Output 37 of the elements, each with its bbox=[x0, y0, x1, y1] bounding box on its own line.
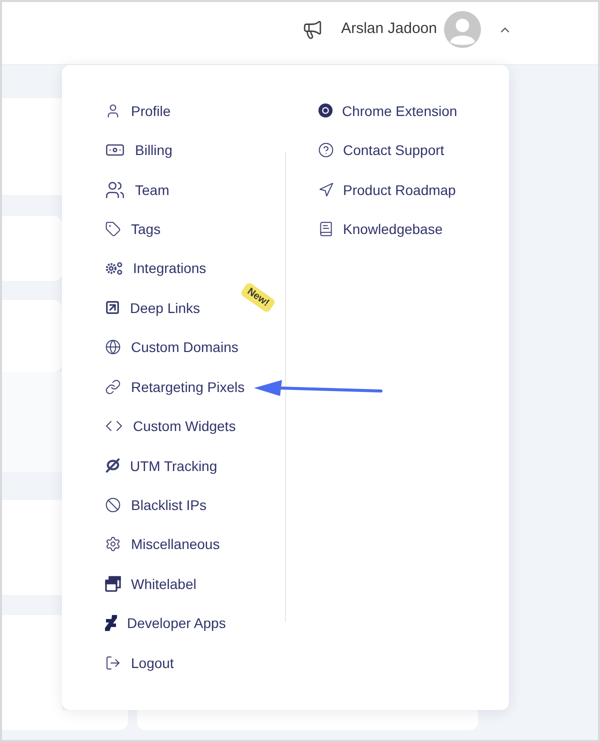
menu-item[interactable]: Developer Apps bbox=[105, 614, 226, 632]
people-icon bbox=[105, 180, 125, 200]
menu-item[interactable]: Profile bbox=[105, 102, 171, 120]
user-name[interactable]: Arslan Jadoon bbox=[341, 18, 437, 41]
megaphone-icon[interactable] bbox=[302, 19, 324, 40]
book-icon bbox=[318, 220, 334, 237]
navigation-arrow-icon bbox=[318, 182, 334, 198]
slashed-oval-icon bbox=[105, 458, 120, 473]
menu-item[interactable]: Product Roadmap bbox=[318, 180, 456, 199]
help-icon bbox=[318, 142, 334, 158]
gear-icon bbox=[105, 536, 121, 552]
globe-icon bbox=[105, 339, 121, 356]
menu-item[interactable]: Billing bbox=[105, 140, 172, 160]
menu-item[interactable]: Whitelabel bbox=[105, 574, 196, 593]
user-icon bbox=[105, 102, 121, 119]
menu-item[interactable]: Retargeting Pixels bbox=[105, 378, 245, 396]
menu-item[interactable]: Contact Support bbox=[318, 141, 444, 160]
browser-logo-icon bbox=[318, 103, 333, 118]
menu-item[interactable]: Integrations bbox=[105, 259, 206, 278]
menu-item[interactable]: Custom Widgets bbox=[105, 417, 236, 436]
menu-item[interactable]: Chrome Extension bbox=[318, 102, 458, 120]
zigzag-logo-icon bbox=[105, 615, 117, 632]
menu-item[interactable]: UTM Tracking bbox=[105, 456, 218, 474]
ban-icon bbox=[105, 496, 121, 513]
menu-item[interactable]: Logout bbox=[105, 654, 174, 672]
menu-item[interactable]: Tags bbox=[105, 220, 161, 238]
menu-item[interactable]: Miscellaneous bbox=[105, 535, 220, 554]
menu-item[interactable]: Knowledgebase bbox=[318, 220, 443, 238]
menu-item[interactable]: Custom Domains bbox=[105, 338, 238, 356]
link-icon bbox=[105, 378, 121, 395]
logout-icon bbox=[105, 654, 121, 671]
menu-item[interactable]: Team bbox=[105, 180, 170, 200]
stacked-windows-icon bbox=[105, 576, 121, 592]
gears-icon bbox=[105, 260, 123, 276]
menu-item[interactable]: Blacklist IPs bbox=[105, 496, 206, 514]
menu-item[interactable]: Deep Links bbox=[105, 298, 200, 317]
tag-icon bbox=[105, 220, 121, 237]
